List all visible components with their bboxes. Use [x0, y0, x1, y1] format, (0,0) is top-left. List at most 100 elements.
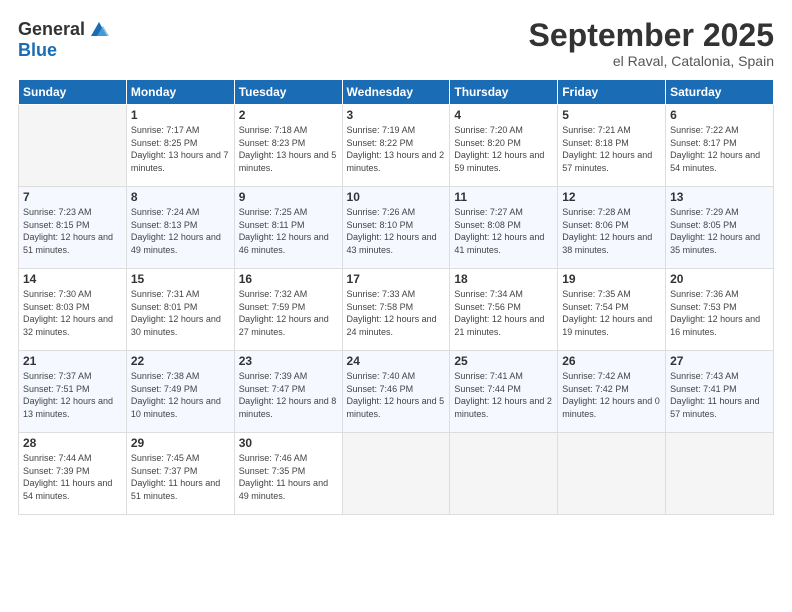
table-row: 14 Sunrise: 7:30 AMSunset: 8:03 PMDayligh… — [19, 269, 127, 351]
day-number: 23 — [239, 354, 338, 368]
table-row: 22Sunrise: 7:38 AMSunset: 7:49 PMDayligh… — [126, 351, 234, 433]
table-row: 2 Sunrise: 7:18 AMSunset: 8:23 PMDaylight… — [234, 105, 342, 187]
day-info: Sunrise: 7:26 AMSunset: 8:10 PMDaylight:… — [347, 206, 446, 256]
page-title: September 2025 — [529, 18, 774, 53]
day-number: 14 — [23, 272, 122, 286]
col-wednesday: Wednesday — [342, 80, 450, 105]
table-row: 13 Sunrise: 7:29 AMSunset: 8:05 PMDayligh… — [666, 187, 774, 269]
day-info: Sunrise: 7:41 AMSunset: 7:44 PMDaylight:… — [454, 370, 553, 420]
day-info: Sunrise: 7:32 AMSunset: 7:59 PMDaylight:… — [239, 288, 338, 338]
table-row: 29 Sunrise: 7:45 AMSunset: 7:37 PMDayligh… — [126, 433, 234, 515]
calendar: Sunday Monday Tuesday Wednesday Thursday… — [18, 79, 774, 515]
table-row: 5Sunrise: 7:21 AMSunset: 8:18 PMDaylight… — [558, 105, 666, 187]
table-row — [19, 105, 127, 187]
day-number: 25 — [454, 354, 553, 368]
day-number: 29 — [131, 436, 230, 450]
day-number: 20 — [670, 272, 769, 286]
table-row: 20Sunrise: 7:36 AMSunset: 7:53 PMDayligh… — [666, 269, 774, 351]
day-info: Sunrise: 7:31 AMSunset: 8:01 PMDaylight:… — [131, 288, 230, 338]
table-row: 1 Sunrise: 7:17 AMSunset: 8:25 PMDaylight… — [126, 105, 234, 187]
day-number: 21 — [23, 354, 122, 368]
day-number: 15 — [131, 272, 230, 286]
day-info: Sunrise: 7:18 AMSunset: 8:23 PMDaylight:… — [239, 124, 338, 174]
day-info: Sunrise: 7:33 AMSunset: 7:58 PMDaylight:… — [347, 288, 446, 338]
day-info: Sunrise: 7:25 AMSunset: 8:11 PMDaylight:… — [239, 206, 338, 256]
day-info: Sunrise: 7:24 AMSunset: 8:13 PMDaylight:… — [131, 206, 230, 256]
table-row: 26 Sunrise: 7:42 AMSunset: 7:42 PMDayligh… — [558, 351, 666, 433]
table-row: 8 Sunrise: 7:24 AMSunset: 8:13 PMDaylight… — [126, 187, 234, 269]
day-info: Sunrise: 7:46 AMSunset: 7:35 PMDaylight:… — [239, 452, 338, 502]
day-number: 1 — [131, 108, 230, 122]
day-info: Sunrise: 7:44 AMSunset: 7:39 PMDaylight:… — [23, 452, 122, 502]
table-row — [342, 433, 450, 515]
col-saturday: Saturday — [666, 80, 774, 105]
day-info: Sunrise: 7:34 AMSunset: 7:56 PMDaylight:… — [454, 288, 553, 338]
day-info: Sunrise: 7:42 AMSunset: 7:42 PMDaylight:… — [562, 370, 661, 420]
day-info: Sunrise: 7:43 AMSunset: 7:41 PMDaylight:… — [670, 370, 769, 420]
table-row: 18 Sunrise: 7:34 AMSunset: 7:56 PMDayligh… — [450, 269, 558, 351]
day-info: Sunrise: 7:23 AMSunset: 8:15 PMDaylight:… — [23, 206, 122, 256]
day-info: Sunrise: 7:28 AMSunset: 8:06 PMDaylight:… — [562, 206, 661, 256]
day-info: Sunrise: 7:35 AMSunset: 7:54 PMDaylight:… — [562, 288, 661, 338]
day-number: 7 — [23, 190, 122, 204]
logo-icon — [87, 18, 109, 40]
table-row: 10 Sunrise: 7:26 AMSunset: 8:10 PMDayligh… — [342, 187, 450, 269]
day-number: 13 — [670, 190, 769, 204]
header: General Blue September 2025 el Raval, Ca… — [18, 18, 774, 69]
day-number: 17 — [347, 272, 446, 286]
col-friday: Friday — [558, 80, 666, 105]
day-info: Sunrise: 7:19 AMSunset: 8:22 PMDaylight:… — [347, 124, 446, 174]
col-sunday: Sunday — [19, 80, 127, 105]
day-number: 18 — [454, 272, 553, 286]
table-row — [450, 433, 558, 515]
logo-blue-text: Blue — [18, 40, 109, 61]
table-row: 19 Sunrise: 7:35 AMSunset: 7:54 PMDayligh… — [558, 269, 666, 351]
day-info: Sunrise: 7:30 AMSunset: 8:03 PMDaylight:… — [23, 288, 122, 338]
table-row: 7 Sunrise: 7:23 AMSunset: 8:15 PMDaylight… — [19, 187, 127, 269]
day-number: 12 — [562, 190, 661, 204]
day-info: Sunrise: 7:45 AMSunset: 7:37 PMDaylight:… — [131, 452, 230, 502]
table-row: 6 Sunrise: 7:22 AMSunset: 8:17 PMDaylight… — [666, 105, 774, 187]
table-row: 28Sunrise: 7:44 AMSunset: 7:39 PMDayligh… — [19, 433, 127, 515]
day-info: Sunrise: 7:29 AMSunset: 8:05 PMDaylight:… — [670, 206, 769, 256]
day-info: Sunrise: 7:17 AMSunset: 8:25 PMDaylight:… — [131, 124, 230, 174]
day-info: Sunrise: 7:38 AMSunset: 7:49 PMDaylight:… — [131, 370, 230, 420]
day-info: Sunrise: 7:40 AMSunset: 7:46 PMDaylight:… — [347, 370, 446, 420]
day-number: 2 — [239, 108, 338, 122]
day-info: Sunrise: 7:37 AMSunset: 7:51 PMDaylight:… — [23, 370, 122, 420]
logo: General Blue — [18, 18, 109, 61]
day-number: 10 — [347, 190, 446, 204]
table-row — [558, 433, 666, 515]
col-monday: Monday — [126, 80, 234, 105]
day-number: 8 — [131, 190, 230, 204]
table-row: 11 Sunrise: 7:27 AMSunset: 8:08 PMDayligh… — [450, 187, 558, 269]
day-number: 4 — [454, 108, 553, 122]
table-row: 4Sunrise: 7:20 AMSunset: 8:20 PMDaylight… — [450, 105, 558, 187]
day-number: 27 — [670, 354, 769, 368]
table-row: 16Sunrise: 7:32 AMSunset: 7:59 PMDayligh… — [234, 269, 342, 351]
table-row — [666, 433, 774, 515]
day-info: Sunrise: 7:39 AMSunset: 7:47 PMDaylight:… — [239, 370, 338, 420]
day-number: 6 — [670, 108, 769, 122]
table-row: 24 Sunrise: 7:40 AMSunset: 7:46 PMDayligh… — [342, 351, 450, 433]
day-info: Sunrise: 7:22 AMSunset: 8:17 PMDaylight:… — [670, 124, 769, 174]
col-thursday: Thursday — [450, 80, 558, 105]
day-number: 24 — [347, 354, 446, 368]
table-row: 25 Sunrise: 7:41 AMSunset: 7:44 PMDayligh… — [450, 351, 558, 433]
table-row: 12 Sunrise: 7:28 AMSunset: 8:06 PMDayligh… — [558, 187, 666, 269]
table-row: 3Sunrise: 7:19 AMSunset: 8:22 PMDaylight… — [342, 105, 450, 187]
page-subtitle: el Raval, Catalonia, Spain — [529, 53, 774, 69]
day-number: 9 — [239, 190, 338, 204]
table-row: 21 Sunrise: 7:37 AMSunset: 7:51 PMDayligh… — [19, 351, 127, 433]
logo-general-text: General — [18, 19, 85, 40]
col-tuesday: Tuesday — [234, 80, 342, 105]
day-number: 19 — [562, 272, 661, 286]
day-number: 5 — [562, 108, 661, 122]
table-row: 30 Sunrise: 7:46 AMSunset: 7:35 PMDayligh… — [234, 433, 342, 515]
table-row: 17 Sunrise: 7:33 AMSunset: 7:58 PMDayligh… — [342, 269, 450, 351]
day-number: 26 — [562, 354, 661, 368]
day-number: 30 — [239, 436, 338, 450]
day-number: 11 — [454, 190, 553, 204]
day-info: Sunrise: 7:27 AMSunset: 8:08 PMDaylight:… — [454, 206, 553, 256]
table-row: 23 Sunrise: 7:39 AMSunset: 7:47 PMDayligh… — [234, 351, 342, 433]
